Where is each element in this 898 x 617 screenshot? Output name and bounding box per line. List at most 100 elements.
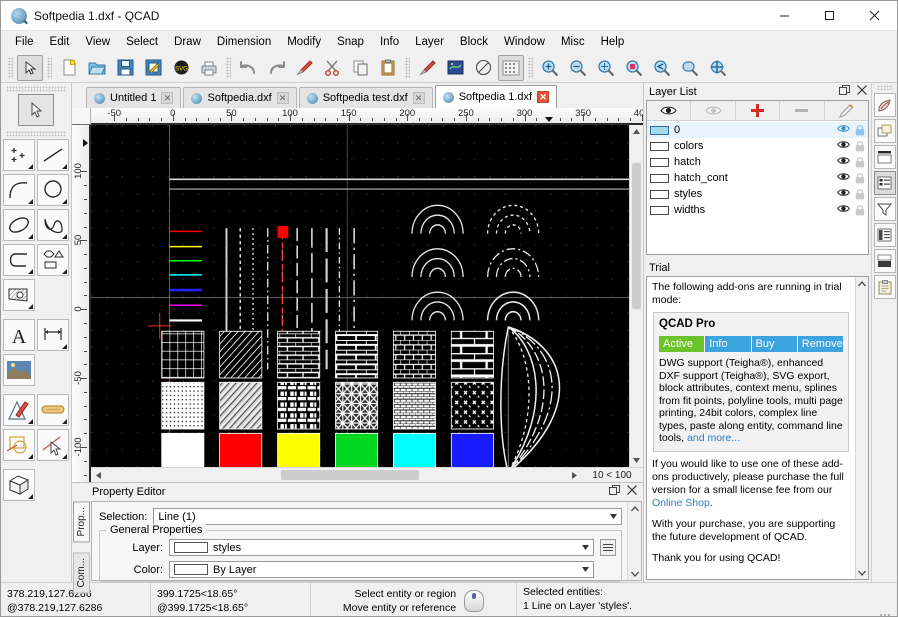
layer-color-button[interactable] [442,55,468,81]
copy-button[interactable] [347,55,373,81]
spline-tool[interactable] [37,209,69,241]
document-tab[interactable]: Softpedia 1.dxf ✕ [434,85,558,108]
maximize-button[interactable] [807,1,852,31]
point-tool[interactable] [3,139,35,171]
shapes-tool[interactable] [37,244,69,276]
layer-lock-icon[interactable] [855,140,865,152]
layer-row[interactable]: widths [647,202,868,218]
edit-layer-button[interactable] [824,101,869,120]
color-combobox[interactable]: By Layer [169,561,594,578]
canvas-horizontal-scrollbar[interactable]: 10 < 100 [91,467,643,482]
remove-layer-button[interactable] [780,101,825,120]
toolbar-grip-2[interactable] [47,56,52,79]
layer-row[interactable]: hatch_cont [647,170,868,186]
undock-icon[interactable] [609,485,620,499]
menu-item-dimension[interactable]: Dimension [209,33,279,51]
clipboard-dock-button[interactable] [873,275,896,299]
command-line-dock-button[interactable] [873,249,896,273]
ellipse-tool[interactable] [3,209,35,241]
menu-item-view[interactable]: View [77,33,118,51]
tool-expand-corner[interactable] [28,419,33,424]
trial-scroll-down-button[interactable] [856,566,868,579]
toggle-grid-button[interactable] [498,54,524,81]
zoom-out-button[interactable] [565,55,591,81]
properties-tool[interactable] [37,394,69,426]
menu-item-select[interactable]: Select [118,33,166,51]
right-toolbar-grip[interactable] [876,85,893,90]
undock-icon[interactable] [839,84,850,99]
prop-scroll-up-button[interactable] [628,502,641,515]
toolbar-grip-3[interactable] [226,56,231,79]
layer-visibility-eye-icon[interactable] [837,204,850,217]
layer-lock-icon[interactable] [855,188,865,200]
layer-lock-icon[interactable] [855,204,865,216]
tool-expand-corner[interactable] [28,494,33,499]
save-file-button[interactable] [112,55,138,81]
arc-tool[interactable] [3,174,35,206]
tool-expand-corner[interactable] [62,199,67,204]
hide-all-layers-button[interactable] [691,101,736,120]
draw-pencil-button[interactable] [414,55,440,81]
menu-item-draw[interactable]: Draw [166,33,209,51]
image-tool[interactable] [3,354,35,386]
tool-expand-corner[interactable] [62,164,67,169]
close-icon[interactable] [627,485,637,499]
tool-expand-corner[interactable] [62,454,67,459]
tool-expand-corner[interactable] [62,269,67,274]
zoom-selection-button[interactable] [621,55,647,81]
zoom-pan-button[interactable] [705,55,731,81]
draw-tools-grip[interactable] [6,131,66,137]
menu-item-window[interactable]: Window [496,33,553,51]
circle-tool[interactable] [37,174,69,206]
toolbar-grip-5[interactable] [528,56,533,79]
polyline-tool[interactable] [3,244,35,276]
scroll-down-button[interactable] [630,454,643,467]
svg-export-button[interactable]: SVG [168,55,194,81]
zoom-auto-button[interactable] [593,55,619,81]
menu-item-snap[interactable]: Snap [329,33,372,51]
layer-lock-icon[interactable] [855,172,865,184]
dimension-tool[interactable] [37,319,69,351]
chevron-down-icon[interactable] [578,540,593,555]
prop-scroll-down-button[interactable] [628,567,641,580]
vertical-scroll-track[interactable] [630,138,643,454]
snap-tool[interactable] [3,429,35,461]
horizontal-scroll-track[interactable] [105,468,567,482]
trial-remove-button[interactable]: Remove [797,336,843,352]
close-tab-icon[interactable]: ✕ [537,91,550,103]
prop-scroll-track[interactable] [628,515,641,567]
close-button[interactable] [852,1,897,31]
chevron-down-icon[interactable] [606,509,621,524]
menu-item-block[interactable]: Block [452,33,496,51]
trial-scroll-track[interactable] [856,290,868,566]
layer-visibility-eye-icon[interactable] [837,140,850,153]
minimize-button[interactable] [762,1,807,31]
view-list-dock-button[interactable] [873,145,896,169]
drawing-canvas[interactable] [91,125,629,467]
tool-expand-corner[interactable] [62,234,67,239]
layer-row[interactable]: 0 [647,122,868,138]
close-tab-icon[interactable]: ✕ [276,92,289,104]
document-tab[interactable]: Untitled 1 ✕ [86,87,182,108]
layer-visibility-eye-icon[interactable] [837,172,850,185]
tool-expand-corner[interactable] [62,344,67,349]
scroll-up-button[interactable] [630,125,643,138]
canvas-vertical-scrollbar[interactable] [629,125,643,467]
tool-expand-corner[interactable] [28,304,33,309]
save-as-button[interactable] [140,55,166,81]
library-browser-dock-button[interactable] [873,223,896,247]
trial-buy-button[interactable]: Buy [751,336,798,352]
menu-item-info[interactable]: Info [372,33,407,51]
property-editor-dock-button[interactable] [873,171,896,195]
menu-item-help[interactable]: Help [593,33,633,51]
info-tool[interactable] [37,429,69,461]
and-more-link[interactable]: and more... [687,432,740,444]
linetype-button[interactable] [470,55,496,81]
tool-expand-corner[interactable] [28,164,33,169]
layer-row[interactable]: hatch [647,154,868,170]
filter-dock-button[interactable] [873,197,896,221]
document-tab[interactable]: Softpedia test.dxf ✕ [298,87,433,108]
block-list-dock-button[interactable] [873,119,896,143]
menu-item-edit[interactable]: Edit [42,33,78,51]
trial-scroll-up-button[interactable] [856,277,868,290]
